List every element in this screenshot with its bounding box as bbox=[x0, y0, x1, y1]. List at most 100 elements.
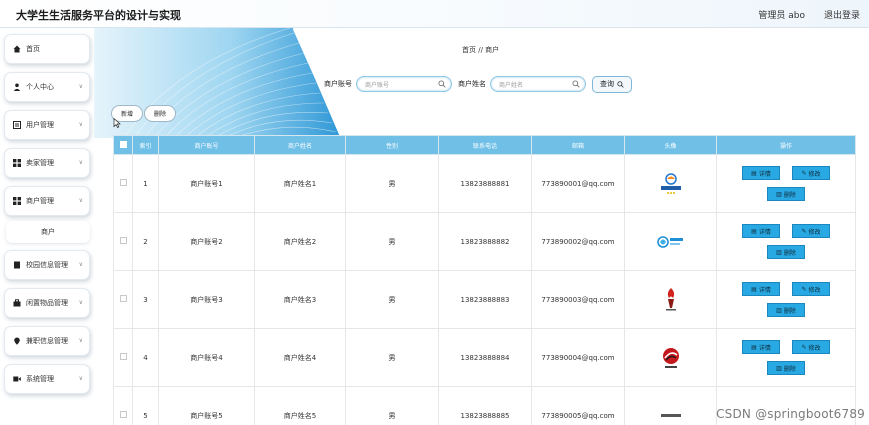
delete-row-button[interactable]: ▥ 删除 bbox=[767, 187, 805, 201]
cell-gender: 男 bbox=[345, 212, 439, 271]
column-header: 头像 bbox=[624, 135, 717, 155]
search-icon bbox=[617, 80, 624, 88]
torch-logo bbox=[656, 285, 686, 315]
table-row: 2 商户账号2 商户姓名2 男 13823888882 773890002@qq… bbox=[113, 212, 856, 271]
delete-row-button[interactable]: ▥ 删除 bbox=[767, 245, 805, 259]
user-manage-icon bbox=[13, 121, 21, 129]
delete-row-button[interactable]: ▥ 删除 bbox=[767, 361, 805, 375]
sidebar-item-system[interactable]: 系统管理 ∨ bbox=[4, 364, 90, 394]
column-header: 邮箱 bbox=[531, 135, 625, 155]
chevron-down-icon: ∨ bbox=[78, 261, 83, 268]
sidebar-item-seller-manage[interactable]: 卖家管理 ∨ bbox=[4, 148, 90, 178]
select-all-checkbox[interactable] bbox=[113, 135, 133, 155]
cell-phone: 13823888884 bbox=[438, 328, 532, 387]
breadcrumb: 首页 // 商户 bbox=[462, 46, 500, 54]
chevron-down-icon: ∨ bbox=[78, 299, 83, 306]
cell-index: 3 bbox=[132, 270, 159, 329]
sidebar-item-label: 闲置物品管理 bbox=[26, 299, 68, 307]
cell-index: 4 bbox=[132, 328, 159, 387]
column-header: 联系电话 bbox=[438, 135, 532, 155]
cell-gender: 男 bbox=[345, 270, 439, 329]
cell-account: 商户账号5 bbox=[158, 386, 255, 425]
search-bar: 商户账号 商户账号 商户姓名 商户姓名 查询 bbox=[324, 75, 632, 93]
pin-icon bbox=[13, 337, 21, 345]
row-checkbox[interactable] bbox=[113, 270, 133, 329]
sidebar-subitem-merchant[interactable]: 商户 bbox=[6, 221, 90, 243]
row-checkbox[interactable] bbox=[113, 386, 133, 425]
detail-button[interactable]: ▤ 详情 bbox=[742, 166, 780, 180]
delete-row-button[interactable]: ▥ 删除 bbox=[767, 303, 805, 317]
admin-user: 管理员 abo bbox=[758, 11, 805, 21]
detail-icon: ▤ bbox=[751, 227, 757, 235]
cell-email: 773890003@qq.com bbox=[531, 270, 625, 329]
main-content: 首页 // 商户 商户账号 商户账号 商户姓名 商户姓名 查询 新增 删除 索引… bbox=[94, 28, 869, 425]
search-icon bbox=[572, 80, 580, 88]
edit-icon: ✎ bbox=[801, 227, 807, 235]
sidebar-item-personal[interactable]: 个人中心 ∨ bbox=[4, 72, 90, 102]
chevron-down-icon: ∨ bbox=[78, 375, 83, 382]
seafood-logo bbox=[656, 169, 686, 199]
cell-email: 773890004@qq.com bbox=[531, 328, 625, 387]
query-button[interactable]: 查询 bbox=[592, 75, 632, 93]
cell-name: 商户姓名3 bbox=[254, 270, 346, 329]
edit-button[interactable]: ✎ 修改 bbox=[792, 166, 830, 180]
sidebar: 首页 个人中心 ∨ 用户管理 ∨ 卖家管理 ∨ 商户管理 ∨ 商户 校园信息管理 bbox=[0, 28, 96, 425]
cell-phone: 13823888885 bbox=[438, 386, 532, 425]
account-label: 商户账号 bbox=[324, 80, 352, 88]
edit-icon: ✎ bbox=[801, 285, 807, 293]
grid-icon bbox=[13, 197, 21, 205]
detail-button[interactable]: ▤ 详情 bbox=[742, 282, 780, 296]
cell-email: 773890005@qq.com bbox=[531, 386, 625, 425]
sidebar-item-parttime-info[interactable]: 兼职信息管理 ∨ bbox=[4, 326, 90, 356]
video-icon bbox=[13, 375, 21, 383]
edit-icon: ✎ bbox=[801, 169, 807, 177]
edit-button[interactable]: ✎ 修改 bbox=[792, 282, 830, 296]
watermark: CSDN @springboot6789 bbox=[716, 407, 865, 421]
chevron-down-icon: ∨ bbox=[78, 83, 83, 90]
column-header: 商户账号 bbox=[158, 135, 255, 155]
sidebar-item-campus-info[interactable]: 校园信息管理 ∨ bbox=[4, 250, 90, 280]
sidebar-item-home[interactable]: 首页 bbox=[4, 34, 90, 64]
search-icon bbox=[438, 80, 446, 88]
account-search-input[interactable]: 商户账号 bbox=[356, 76, 452, 92]
china-mobile-logo bbox=[656, 227, 686, 257]
sidebar-item-label: 商户管理 bbox=[26, 197, 54, 205]
detail-button[interactable]: ▤ 详情 bbox=[742, 340, 780, 354]
cell-phone: 13823888883 bbox=[438, 270, 532, 329]
table-row: 3 商户账号3 商户姓名3 男 13823888883 773890003@qq… bbox=[113, 270, 856, 329]
chevron-up-icon: ∨ bbox=[78, 197, 83, 204]
cell-name: 商户姓名4 bbox=[254, 328, 346, 387]
row-checkbox[interactable] bbox=[113, 154, 133, 213]
grid-icon bbox=[13, 159, 21, 167]
cell-phone: 13823888882 bbox=[438, 212, 532, 271]
sidebar-item-label: 个人中心 bbox=[26, 83, 54, 91]
column-header: 商户姓名 bbox=[254, 135, 346, 155]
partial-logo bbox=[656, 401, 686, 425]
chevron-down-icon: ∨ bbox=[78, 159, 83, 166]
row-checkbox[interactable] bbox=[113, 328, 133, 387]
sidebar-item-idle-goods[interactable]: 闲置物品管理 ∨ bbox=[4, 288, 90, 318]
sidebar-item-label: 校园信息管理 bbox=[26, 261, 68, 269]
cell-account: 商户账号1 bbox=[158, 154, 255, 213]
name-search-input[interactable]: 商户姓名 bbox=[490, 76, 586, 92]
delete-button[interactable]: 删除 bbox=[144, 105, 177, 122]
logout-link[interactable]: 退出登录 bbox=[824, 8, 860, 21]
table-row: 1 商户账号1 商户姓名1 男 13823888881 773890001@qq… bbox=[113, 154, 856, 213]
sidebar-item-label: 用户管理 bbox=[26, 121, 54, 129]
trash-icon: ▥ bbox=[776, 248, 782, 256]
cell-account: 商户账号4 bbox=[158, 328, 255, 387]
column-header: 操作 bbox=[716, 135, 856, 155]
cell-gender: 男 bbox=[345, 386, 439, 425]
row-checkbox[interactable] bbox=[113, 212, 133, 271]
red-emblem-logo bbox=[656, 343, 686, 373]
edit-icon: ✎ bbox=[801, 343, 807, 351]
detail-icon: ▤ bbox=[751, 343, 757, 351]
edit-button[interactable]: ✎ 修改 bbox=[792, 340, 830, 354]
trash-icon: ▥ bbox=[776, 190, 782, 198]
column-header: 性别 bbox=[345, 135, 439, 155]
person-icon bbox=[13, 83, 21, 91]
edit-button[interactable]: ✎ 修改 bbox=[792, 224, 830, 238]
sidebar-item-merchant-manage[interactable]: 商户管理 ∨ bbox=[4, 186, 90, 216]
sidebar-item-user-manage[interactable]: 用户管理 ∨ bbox=[4, 110, 90, 140]
detail-button[interactable]: ▤ 详情 bbox=[742, 224, 780, 238]
